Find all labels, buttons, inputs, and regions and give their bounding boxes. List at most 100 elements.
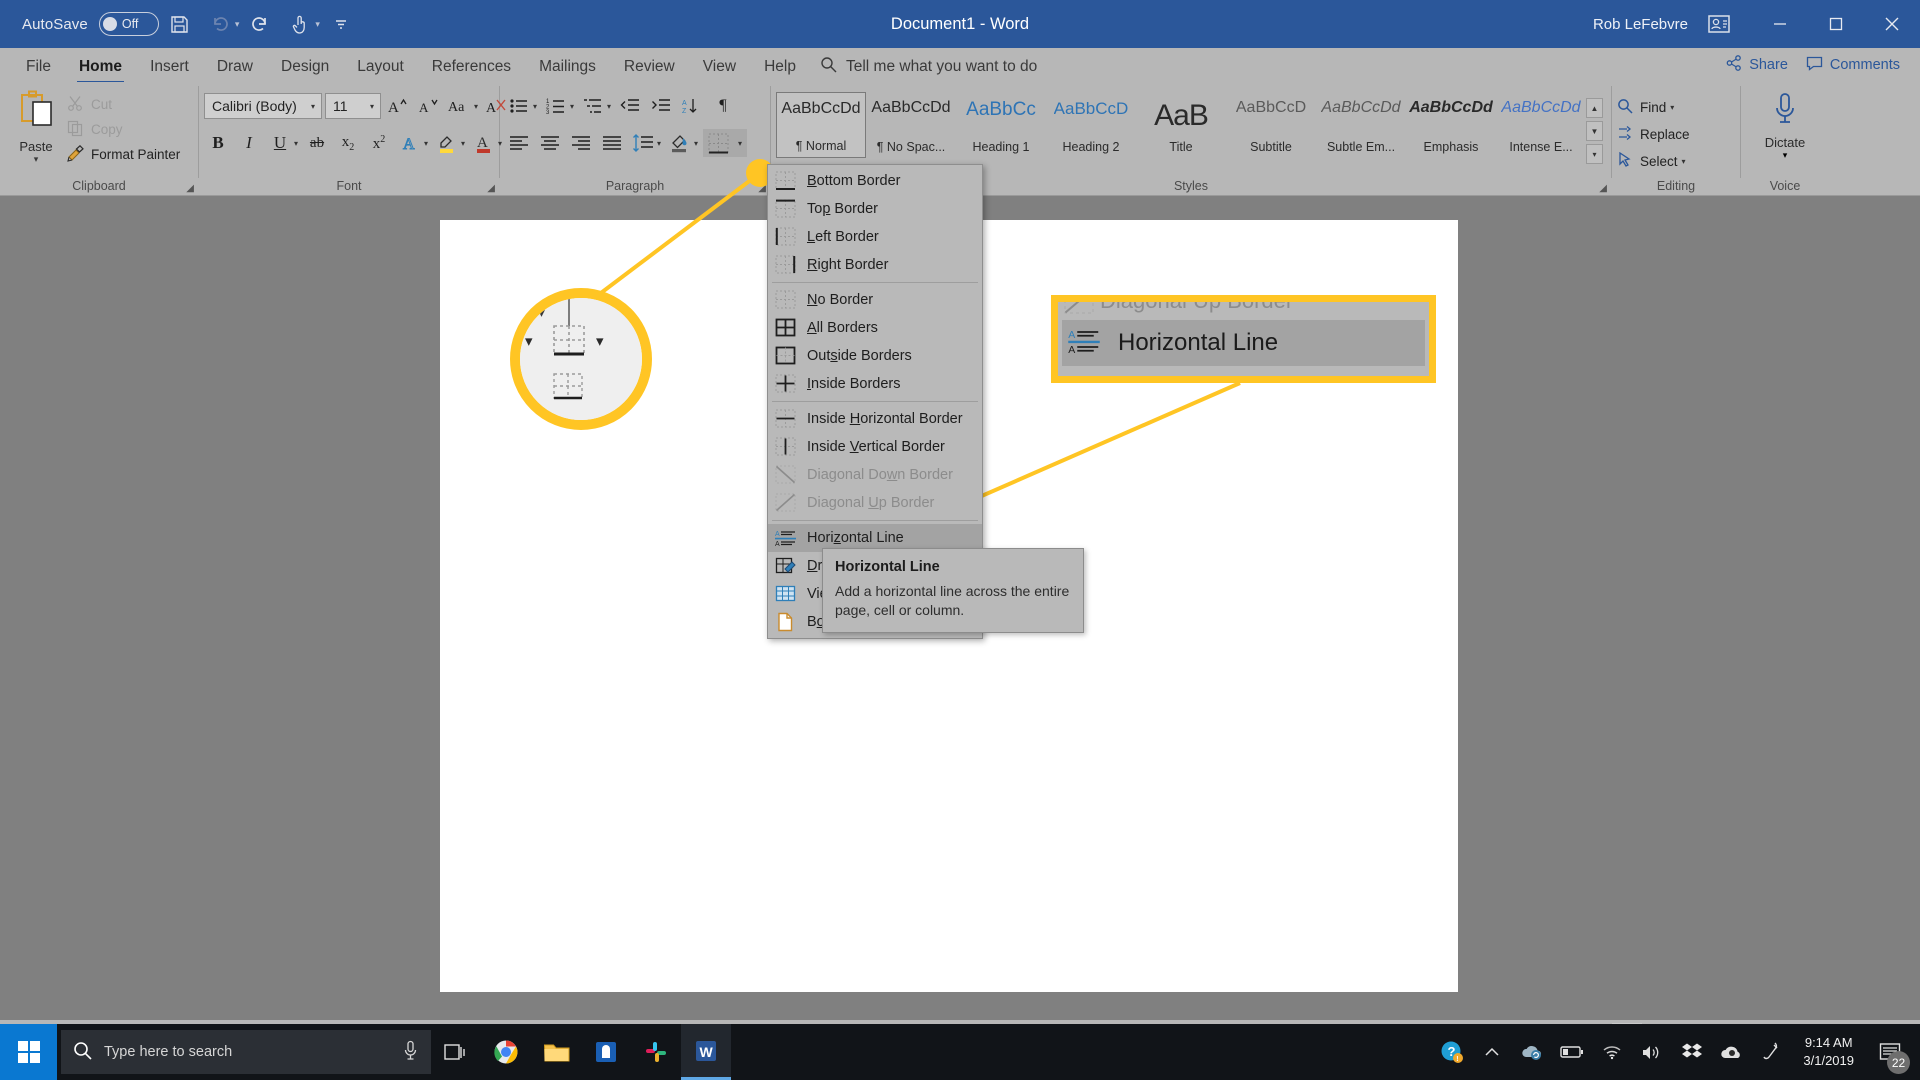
close-button[interactable] (1864, 0, 1920, 48)
tab-insert[interactable]: Insert (136, 52, 203, 82)
style-no-spacing[interactable]: AaBbCcDd ¶ No Spac... (866, 92, 956, 158)
share-button[interactable]: Share (1726, 55, 1788, 75)
style-emphasis[interactable]: AaBbCcDd Emphasis (1406, 92, 1496, 158)
file-explorer-icon[interactable] (531, 1024, 581, 1080)
slack-icon[interactable] (631, 1024, 681, 1080)
menu-item-right-border[interactable]: Right Border (768, 251, 982, 279)
line-spacing-icon[interactable] (629, 129, 657, 157)
menu-item-inside-horizontal-border[interactable]: Inside Horizontal Border (768, 405, 982, 433)
tab-design[interactable]: Design (267, 52, 343, 82)
bullets-chevron-down-icon[interactable]: ▾ (533, 102, 539, 111)
styles-scroll-up-icon[interactable]: ▲ (1586, 98, 1603, 118)
menu-item-outside-borders[interactable]: Outside Borders (768, 342, 982, 370)
numbering-icon[interactable]: 123 (542, 92, 570, 120)
decrease-indent-icon[interactable] (616, 92, 644, 120)
menu-item-bottom-border[interactable]: Bottom Border (768, 167, 982, 195)
onedrive-sync-icon[interactable] (1513, 1024, 1551, 1080)
menu-item-all-borders[interactable]: All Borders (768, 314, 982, 342)
font-name-input[interactable]: Calibri (Body) ▾ (204, 93, 322, 119)
style-heading-2[interactable]: AaBbCcD Heading 2 (1046, 92, 1136, 158)
justify-icon[interactable] (598, 129, 626, 157)
borders-chevron-down-icon[interactable]: ▾ (733, 129, 748, 157)
clock[interactable]: 9:14 AM 3/1/2019 (1793, 1034, 1864, 1071)
style-heading-1[interactable]: AaBbCc Heading 1 (956, 92, 1046, 158)
font-size-input[interactable]: 11 ▾ (325, 93, 381, 119)
borders-button[interactable] (703, 129, 734, 157)
windows-start-icon[interactable] (0, 1024, 57, 1080)
font-color-icon[interactable]: A (470, 129, 498, 157)
customize-qat-icon[interactable] (322, 6, 360, 42)
tab-review[interactable]: Review (610, 52, 689, 82)
dropbox-icon[interactable] (1673, 1024, 1711, 1080)
microphone-icon[interactable] (402, 1040, 419, 1065)
align-center-icon[interactable] (536, 129, 564, 157)
dictate-button[interactable]: Dictate ▾ (1752, 86, 1818, 161)
sort-icon[interactable]: AZ (678, 92, 706, 120)
tab-mailings[interactable]: Mailings (525, 52, 610, 82)
change-case-chevron-down-icon[interactable]: ▾ (474, 102, 480, 111)
undo-chevron-down-icon[interactable]: ▾ (235, 19, 240, 30)
font-dialog-launcher-icon[interactable]: ◢ (487, 183, 495, 194)
shading-chevron-down-icon[interactable]: ▾ (694, 139, 700, 148)
text-effects-icon[interactable]: A (396, 129, 424, 157)
redo-icon[interactable] (241, 6, 279, 42)
replace-button[interactable]: Replace (1617, 121, 1696, 148)
find-button[interactable]: Find ▾ (1617, 94, 1682, 121)
numbering-chevron-down-icon[interactable]: ▾ (570, 102, 576, 111)
cut-button[interactable]: Cut (67, 92, 180, 117)
line-spacing-chevron-down-icon[interactable]: ▾ (657, 139, 663, 148)
touch-mode-icon[interactable] (281, 6, 319, 42)
clipboard-dialog-launcher-icon[interactable]: ◢ (186, 183, 194, 194)
align-right-icon[interactable] (567, 129, 595, 157)
multilevel-chevron-down-icon[interactable]: ▾ (607, 102, 613, 111)
text-effects-chevron-down-icon[interactable]: ▾ (424, 139, 430, 148)
account-icon[interactable] (1704, 9, 1734, 39)
superscript-button[interactable]: x2 (365, 129, 393, 157)
paste-button[interactable]: Paste ▾ (5, 86, 67, 165)
store-icon[interactable] (581, 1024, 631, 1080)
format-painter-button[interactable]: Format Painter (67, 142, 180, 167)
user-name[interactable]: Rob LeFebvre (1593, 16, 1688, 33)
menu-item-no-border[interactable]: No Border (768, 286, 982, 314)
style-title[interactable]: AaB Title (1136, 92, 1226, 158)
paste-chevron-down-icon[interactable]: ▾ (34, 154, 39, 165)
style-normal[interactable]: AaBbCcDd ¶ Normal (776, 92, 866, 158)
tell-me-search[interactable]: Tell me what you want to do (810, 52, 1047, 82)
task-view-icon[interactable] (431, 1024, 481, 1080)
menu-item-inside-vertical-border[interactable]: Inside Vertical Border (768, 433, 982, 461)
tab-help[interactable]: Help (750, 52, 810, 82)
italic-button[interactable]: I (235, 129, 263, 157)
bold-button[interactable]: B (204, 129, 232, 157)
multilevel-list-icon[interactable] (579, 92, 607, 120)
tab-view[interactable]: View (689, 52, 750, 82)
tab-references[interactable]: References (418, 52, 525, 82)
underline-chevron-down-icon[interactable]: ▾ (294, 139, 300, 148)
change-case-icon[interactable]: Aa (446, 92, 474, 120)
tab-file[interactable]: File (12, 52, 65, 82)
shading-icon[interactable] (666, 129, 694, 157)
style-subtle-emphasis[interactable]: AaBbCcDd Subtle Em... (1316, 92, 1406, 158)
grow-font-icon[interactable]: A (384, 92, 412, 120)
styles-dialog-launcher-icon[interactable]: ◢ (1599, 183, 1607, 194)
dictate-chevron-down-icon[interactable]: ▾ (1783, 150, 1788, 161)
minimize-button[interactable] (1752, 0, 1808, 48)
show-hidden-icons-icon[interactable] (1473, 1024, 1511, 1080)
battery-icon[interactable] (1553, 1024, 1591, 1080)
copy-button[interactable]: Copy (67, 117, 180, 142)
volume-icon[interactable] (1633, 1024, 1671, 1080)
autosave-toggle[interactable]: Off (98, 12, 159, 36)
styles-gallery-scroll[interactable]: ▲ ▼ ▾ (1586, 98, 1603, 164)
styles-more-icon[interactable]: ▾ (1586, 144, 1603, 164)
align-left-icon[interactable] (505, 129, 533, 157)
pen-icon[interactable] (1753, 1024, 1791, 1080)
paragraph-dialog-launcher-icon[interactable]: ◢ (758, 183, 766, 194)
save-icon[interactable] (161, 6, 199, 42)
select-button[interactable]: Select ▾ (1617, 148, 1694, 175)
show-formatting-marks-icon[interactable]: ¶ (709, 92, 737, 120)
styles-scroll-down-icon[interactable]: ▼ (1586, 121, 1603, 141)
tab-draw[interactable]: Draw (203, 52, 267, 82)
shrink-font-icon[interactable]: A (415, 92, 443, 120)
menu-item-left-border[interactable]: Left Border (768, 223, 982, 251)
touch-mode-chevron-down-icon[interactable]: ▾ (315, 19, 320, 30)
style-subtitle[interactable]: AaBbCcD Subtitle (1226, 92, 1316, 158)
